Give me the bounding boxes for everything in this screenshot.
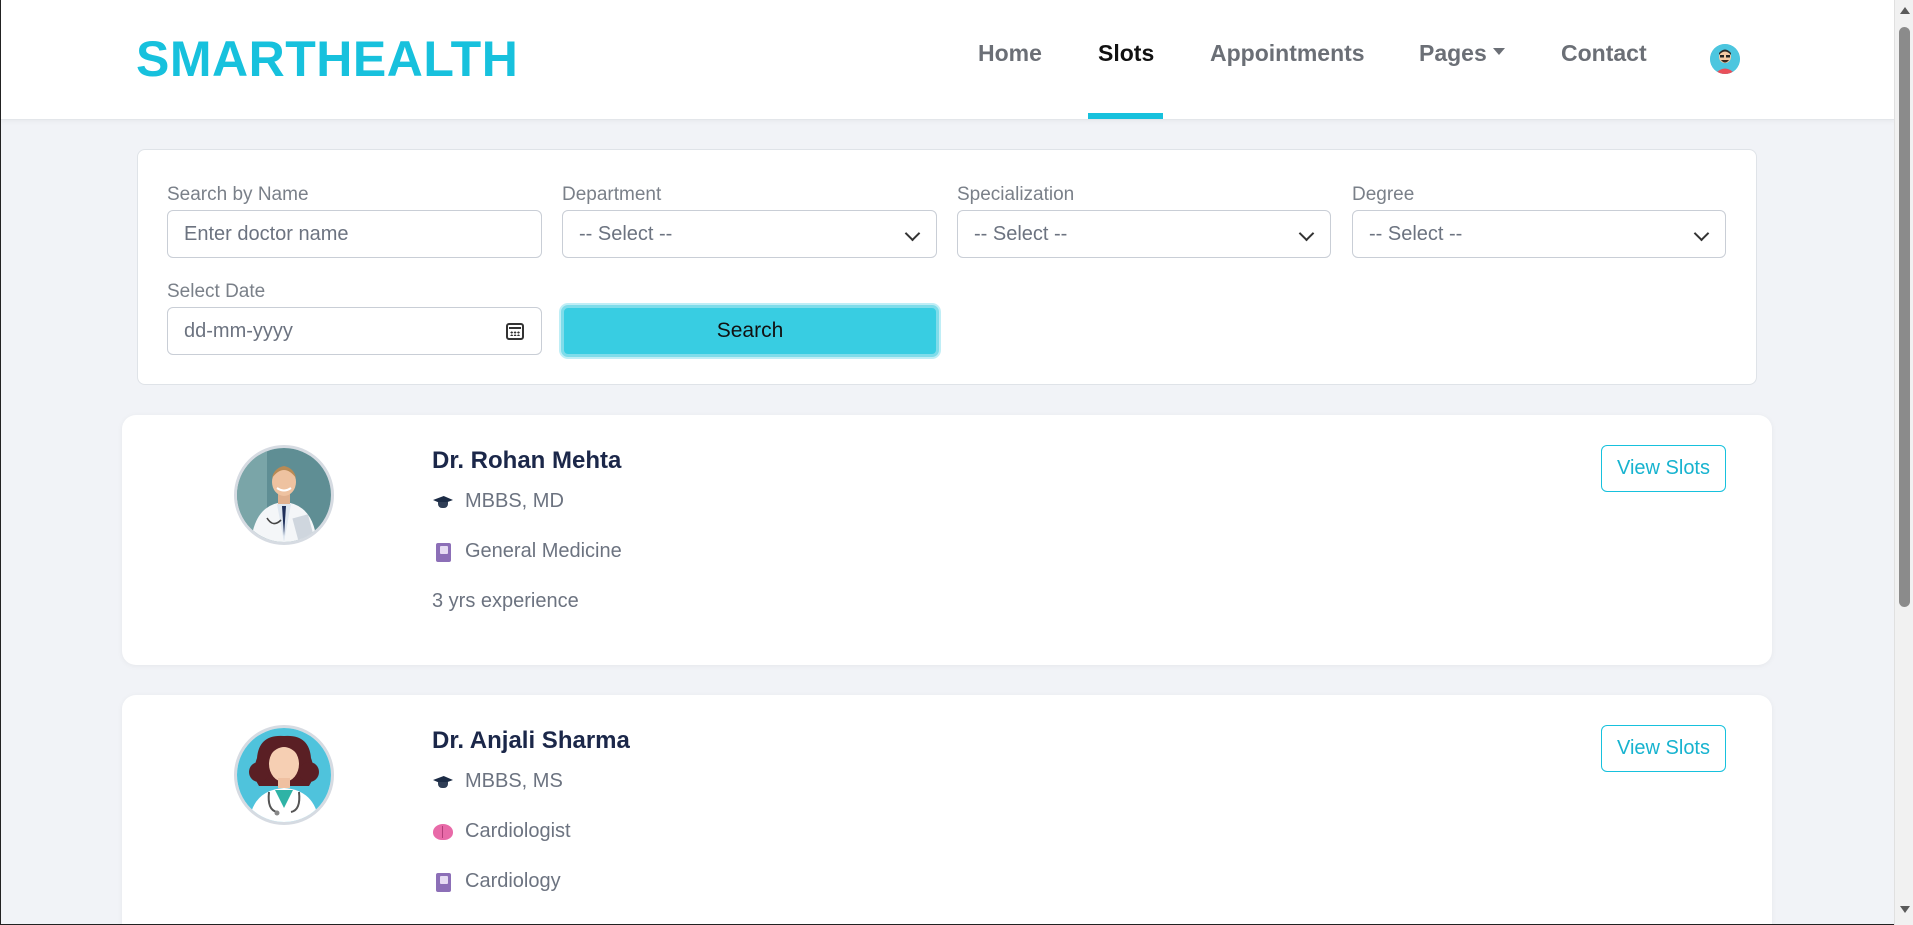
graduation-cap-icon	[432, 492, 454, 512]
scroll-up-arrow-icon[interactable]	[1900, 7, 1910, 14]
user-avatar-icon[interactable]	[1710, 44, 1740, 74]
doctor-photo	[234, 725, 334, 825]
caret-down-icon	[1492, 48, 1505, 56]
degree-value: -- Select --	[1369, 222, 1463, 245]
view-slots-button[interactable]: View Slots	[1601, 725, 1726, 772]
nav-slots[interactable]: Slots	[1098, 40, 1154, 67]
doctor-name-input[interactable]	[167, 210, 542, 258]
doctor-specialization: Cardiologist	[432, 820, 571, 843]
specialization-label: Specialization	[957, 184, 1075, 205]
doctor-degree: MBBS, MS	[432, 770, 563, 793]
date-label: Select Date	[167, 281, 266, 302]
doctor-photo	[234, 445, 334, 545]
view-slots-button[interactable]: View Slots	[1601, 445, 1726, 492]
specialization-select[interactable]: -- Select --	[957, 210, 1331, 258]
doctor-department-text: Cardiology	[465, 870, 561, 892]
department-select[interactable]: -- Select --	[562, 210, 937, 258]
brand-logo[interactable]: SMARTHEALTH	[136, 30, 518, 88]
doctor-card: Dr. Anjali Sharma MBBS, MS Cardiologist …	[122, 695, 1772, 924]
book-icon	[432, 872, 454, 892]
department-label: Department	[562, 184, 662, 205]
doctor-degree-text: MBBS, MS	[465, 770, 563, 792]
degree-label: Degree	[1352, 184, 1415, 205]
doctor-name-field[interactable]	[184, 222, 525, 246]
date-input[interactable]	[167, 307, 542, 355]
search-button[interactable]: Search	[561, 305, 939, 357]
calendar-icon[interactable]	[506, 323, 524, 340]
doctor-specialization-text: Cardiologist	[465, 820, 571, 842]
graduation-cap-icon	[432, 772, 454, 792]
chevron-down-icon	[904, 225, 921, 242]
doctor-department-text: General Medicine	[465, 540, 622, 562]
doctor-experience: 3 yrs experience	[432, 590, 579, 612]
doctor-degree-text: MBBS, MD	[465, 490, 564, 512]
app-window: SMARTHEALTH Home Slots Appointments Page…	[0, 0, 1894, 925]
chevron-down-icon	[1693, 225, 1710, 242]
specialization-value: -- Select --	[974, 222, 1068, 245]
navbar: SMARTHEALTH Home Slots Appointments Page…	[1, 0, 1894, 120]
name-label: Search by Name	[167, 184, 309, 205]
nav-pages[interactable]: Pages	[1419, 40, 1505, 67]
scroll-down-arrow-icon[interactable]	[1900, 906, 1910, 913]
brain-icon	[432, 822, 454, 842]
date-field[interactable]	[184, 319, 525, 343]
doctor-department: General Medicine	[432, 540, 622, 563]
doctor-degree: MBBS, MD	[432, 490, 564, 513]
chevron-down-icon	[1298, 225, 1315, 242]
nav-appointments[interactable]: Appointments	[1210, 40, 1365, 67]
doctor-department: Cardiology	[432, 870, 561, 893]
scrollbar-thumb[interactable]	[1899, 27, 1910, 607]
nav-contact[interactable]: Contact	[1561, 40, 1647, 67]
nav-pages-label: Pages	[1419, 40, 1487, 66]
doctor-name: Dr. Rohan Mehta	[432, 447, 622, 474]
nav-active-indicator	[1088, 113, 1163, 119]
page-scrollbar[interactable]	[1894, 0, 1913, 925]
department-value: -- Select --	[579, 222, 673, 245]
doctor-name: Dr. Anjali Sharma	[432, 727, 630, 754]
doctor-card: Dr. Rohan Mehta MBBS, MD General Medicin…	[122, 415, 1772, 665]
nav-home[interactable]: Home	[978, 40, 1042, 67]
book-icon	[432, 542, 454, 562]
degree-select[interactable]: -- Select --	[1352, 210, 1726, 258]
